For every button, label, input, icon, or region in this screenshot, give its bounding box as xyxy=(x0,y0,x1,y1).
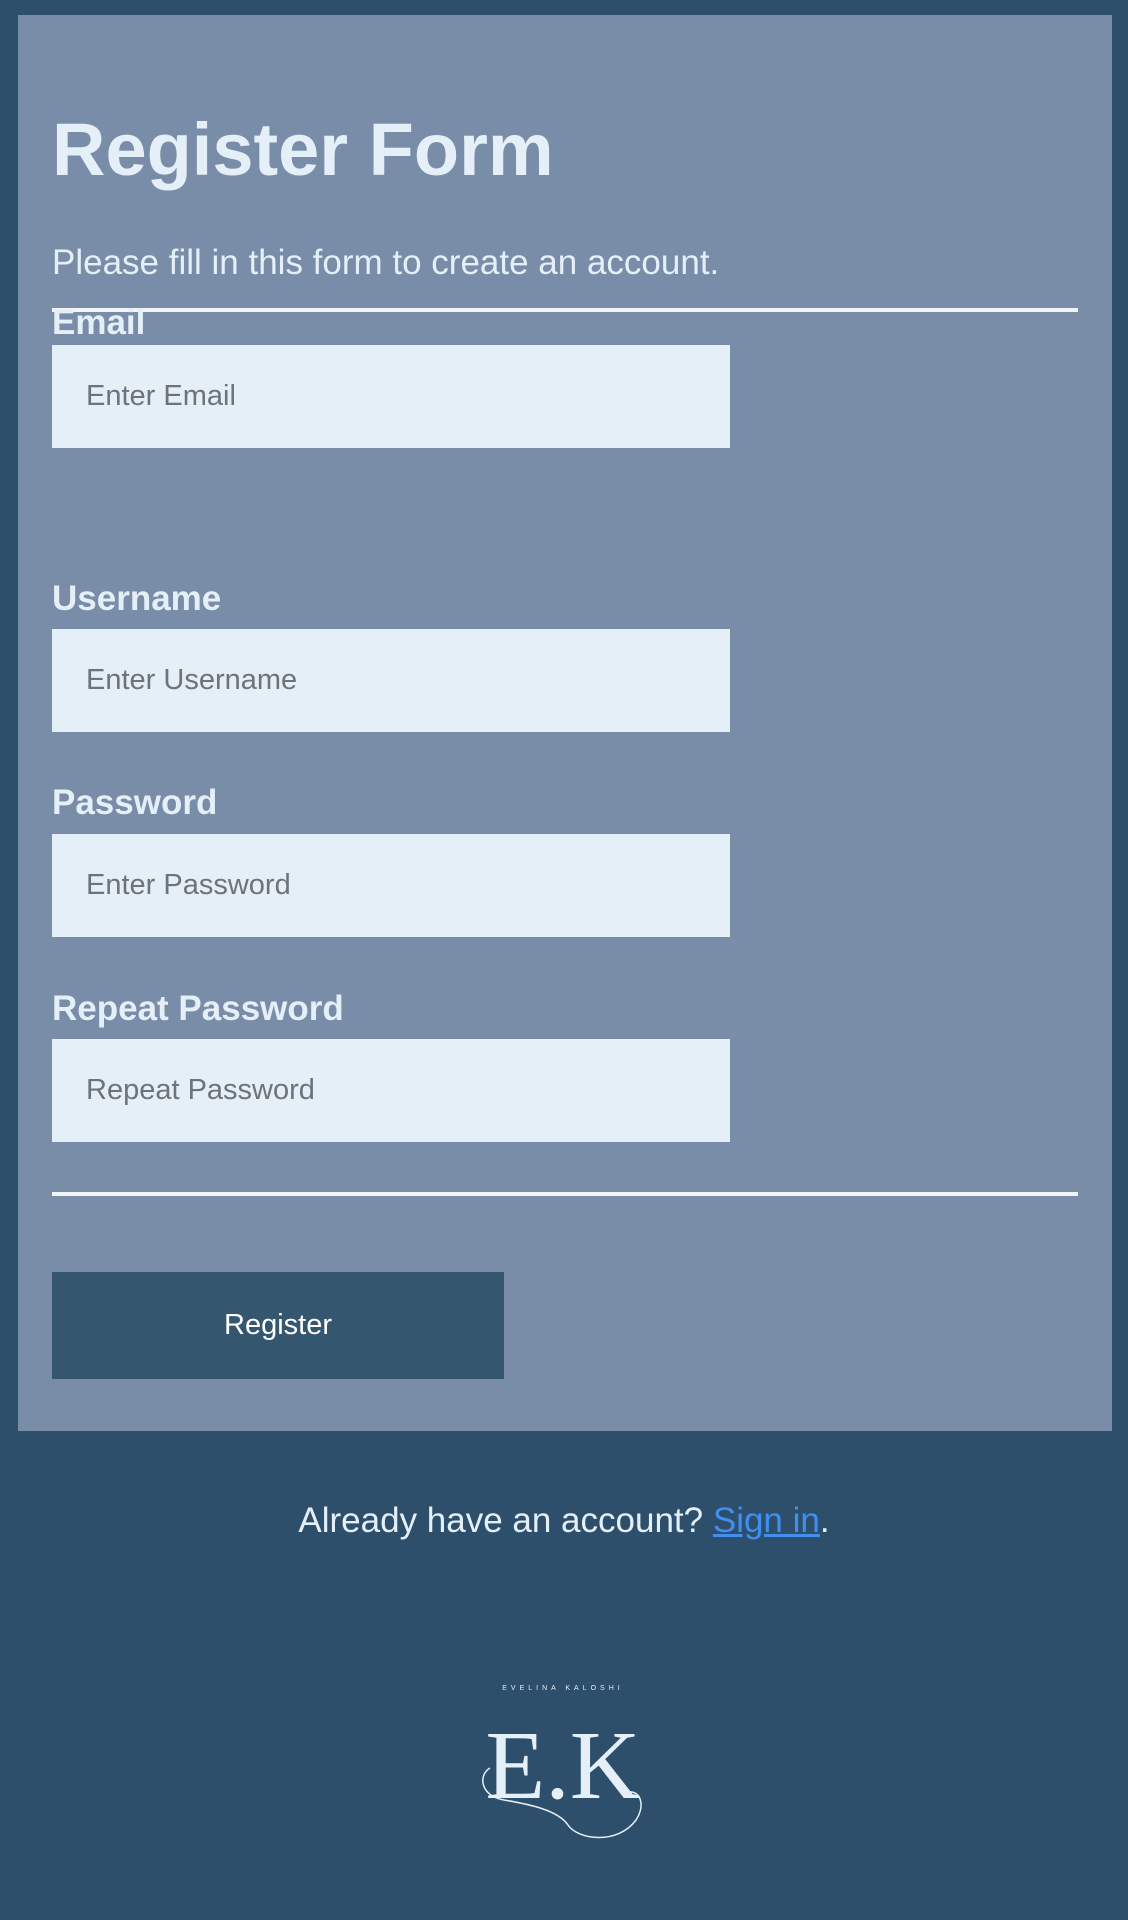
form-subtitle: Please fill in this form to create an ac… xyxy=(52,243,720,282)
signin-suffix: . xyxy=(819,1501,830,1540)
form-title: Register Form xyxy=(52,108,554,191)
username-label: Username xyxy=(52,579,222,618)
bottom-divider xyxy=(52,1192,1078,1196)
signin-link[interactable]: Sign in xyxy=(713,1501,820,1540)
register-button[interactable]: Register xyxy=(52,1272,504,1379)
username-field[interactable] xyxy=(52,629,730,732)
signin-prompt: Already have an account? Sign in. xyxy=(0,1503,1128,1538)
email-field[interactable] xyxy=(52,345,730,448)
logo-caption: EVELINA KALOSHI xyxy=(502,1685,623,1692)
repeat-password-field[interactable] xyxy=(52,1039,730,1142)
register-form-container: Register Form Please fill in this form t… xyxy=(18,15,1112,1431)
logo-mark: E.K xyxy=(485,1712,640,1820)
top-divider xyxy=(52,308,1078,312)
brand-logo: EVELINA KALOSHI E.K xyxy=(482,1685,642,1839)
password-field[interactable] xyxy=(52,834,730,937)
repeat-password-label: Repeat Password xyxy=(52,989,344,1028)
email-label: Email xyxy=(52,303,146,342)
signin-prefix: Already have an account? xyxy=(298,1501,713,1540)
password-label: Password xyxy=(52,783,218,822)
